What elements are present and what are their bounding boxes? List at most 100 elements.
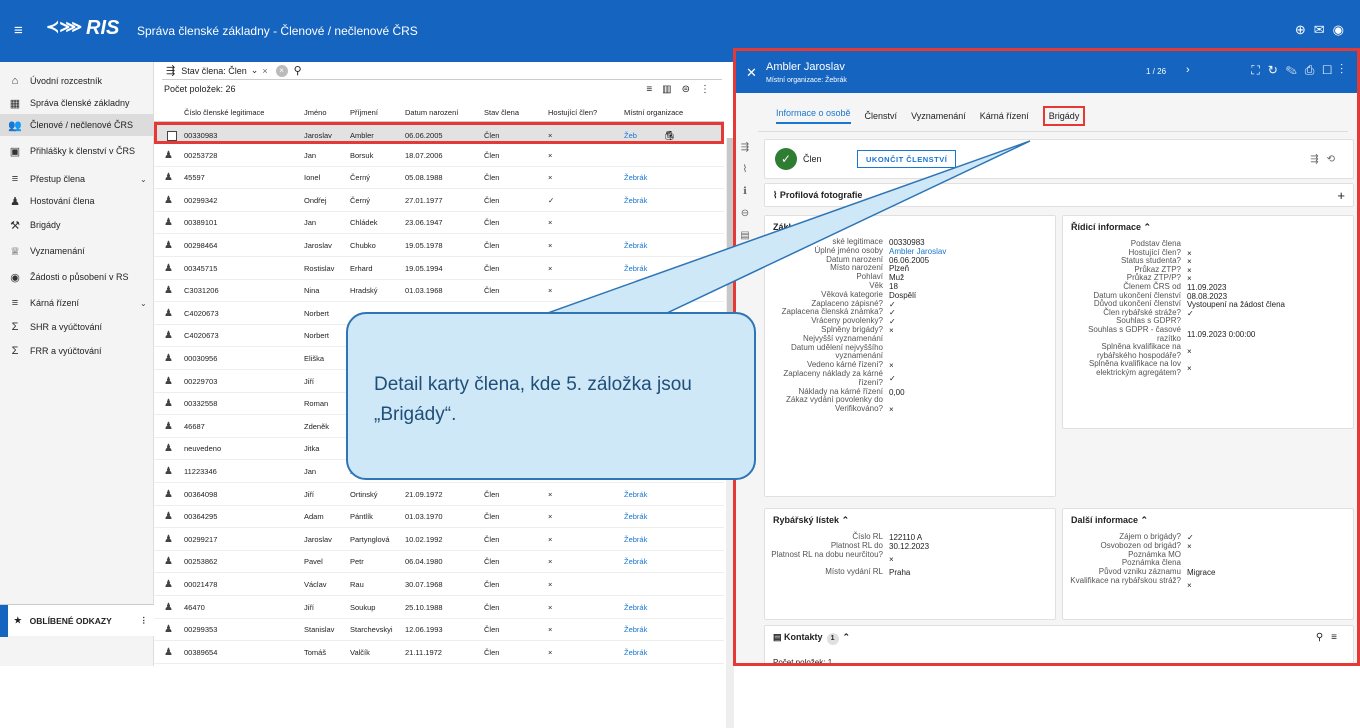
column-header[interactable]: Místní organizace <box>624 108 683 117</box>
sidebar-item[interactable]: ≡ Přestup člena ⌄ <box>0 168 154 190</box>
columns-icon[interactable]: ▥ <box>662 84 681 95</box>
filter-chip[interactable]: Stav člena: Člen ⌄ × × <box>181 64 288 77</box>
table-row[interactable]: ♟ 00253862 Pavel Petr 06.04.1980 Člen × Žebrák <box>154 551 724 574</box>
refresh-icon[interactable]: ↻ <box>1268 63 1286 77</box>
clear-filters-icon[interactable]: × <box>275 64 288 77</box>
sidebar-item[interactable]: ⚒ Brigády <box>0 214 154 236</box>
view-settings-icon[interactable]: ⊜ <box>682 84 700 95</box>
add-icon[interactable]: ⊕ <box>1295 22 1314 37</box>
expand-icon[interactable]: ⛶ <box>1251 63 1267 77</box>
column-header[interactable]: Hostující člen? <box>548 108 597 117</box>
remove-filter-icon[interactable]: × <box>262 66 267 76</box>
table-row[interactable]: ♟ 46470 Jiří Soukup 25.10.1988 Člen × Žebrák <box>154 597 724 619</box>
table-row[interactable]: ♟ 00298464 Jaroslav Chubko 19.05.1978 Člen × Že… <box>154 235 724 257</box>
attachment-icon[interactable]: ⌇ <box>736 159 754 181</box>
field-key: Splněna kvalifikace na rybářského hospod… <box>1096 342 1181 360</box>
sidebar-item[interactable]: Σ FRR a vyúčtování <box>0 340 154 362</box>
table-row[interactable]: ♟ 00299342 Ondřej Černý 27.01.1977 Člen ✓ Žebrá… <box>154 190 724 212</box>
person-icon: ♟ <box>164 262 173 274</box>
person-icon[interactable]: ♙ <box>736 247 754 269</box>
cell-org[interactable]: Žebrák <box>624 167 647 189</box>
next-icon[interactable]: › <box>1186 64 1190 76</box>
person-icon: ♟ <box>164 624 173 636</box>
settings-rail-icon[interactable]: ⇶ <box>736 137 754 159</box>
tab-disciplinary[interactable]: Kárná řízení <box>980 111 1029 121</box>
chevron-down-icon[interactable]: ⌄ <box>140 175 154 184</box>
search-icon[interactable]: ⚲ <box>1316 632 1331 643</box>
favorites-menu-icon[interactable]: ⋮ <box>140 615 149 626</box>
sidebar-item[interactable]: 👥 Členové / nečlenové ČRS <box>0 114 154 136</box>
tab-membership[interactable]: Členství <box>865 111 898 121</box>
tab-person-info[interactable]: Informace o osobě <box>776 108 851 124</box>
column-header[interactable]: Číslo členské legitimace <box>184 108 264 117</box>
more-icon[interactable]: ⋮ <box>700 84 720 95</box>
info-icon[interactable]: ℹ <box>736 181 754 203</box>
cell-org[interactable]: Žebrák <box>624 642 647 664</box>
table-row[interactable]: ♟ 00021478 Václav Rau 30.07.1968 Člen × <box>154 574 724 596</box>
table-row[interactable]: ♟ 00299353 Stanislav Starchevskyi 12.06.1993… <box>154 619 724 642</box>
account-icon[interactable]: ◉ <box>1333 22 1352 37</box>
print-icon[interactable]: ⎙ <box>1305 63 1323 77</box>
profile-photo-card[interactable]: ⌇ Profilová fotografie + <box>764 183 1354 207</box>
settings-icon[interactable]: ⇶ <box>1310 154 1326 165</box>
mail-icon[interactable]: ✉ <box>1314 22 1333 37</box>
filter-icon[interactable]: ⇶ <box>166 64 175 77</box>
collapse-icon[interactable]: ⌃ <box>1141 515 1149 525</box>
chevron-down-icon[interactable]: ⌄ <box>251 65 259 76</box>
search-icon[interactable]: ⚲ <box>294 64 302 77</box>
collapse-icon[interactable]: ⌃ <box>1144 222 1152 232</box>
ris-logo[interactable]: ≺⋙ RIS <box>46 17 119 40</box>
cell-org[interactable]: Žebrák <box>624 235 647 257</box>
table-row[interactable]: ♟ C3031206 Nina Hradský 01.03.1968 Člen × <box>154 280 724 303</box>
sidebar-item[interactable]: ♟ Hostování člena <box>0 190 154 212</box>
close-icon[interactable]: ✕ <box>746 65 757 81</box>
favorites-bar[interactable]: ★ OBLÍBENÉ ODKAZY ⋮ <box>0 604 154 637</box>
table-row[interactable]: 00330983 Jaroslav Ambler 06.06.2005 Člen × Žeb… <box>154 122 724 144</box>
add-photo-icon[interactable]: + <box>1337 188 1345 203</box>
cell-org[interactable]: Žebrák <box>624 506 647 528</box>
table-row[interactable]: ♟ 45597 Ionel Černý 05.08.1988 Člen × Žebrák <box>154 167 724 190</box>
collapse-icon[interactable]: ⌃ <box>843 632 851 642</box>
cell-org[interactable]: Žebrák <box>624 258 647 280</box>
history-icon[interactable]: ⟲ <box>1327 154 1343 165</box>
sidebar-item[interactable]: Σ SHR a vyúčtování <box>0 316 154 338</box>
sidebar-item[interactable]: ◉ Žádosti o působení v RS <box>0 266 154 288</box>
column-header[interactable]: Jméno <box>304 108 327 117</box>
sidebar-item[interactable]: ⌂ Úvodní rozcestník <box>0 70 154 92</box>
table-row[interactable]: ♟ 00299217 Jaroslav Partynglová 10.02.1992 Čl… <box>154 529 724 551</box>
tab-awards[interactable]: Vyznamenání <box>911 111 966 121</box>
cell-org[interactable]: Žebrák <box>624 484 647 506</box>
cell-org[interactable]: Žebrák <box>624 551 647 573</box>
comment-icon[interactable]: ☐ <box>1322 63 1340 77</box>
column-header[interactable]: Příjmení <box>350 108 378 117</box>
table-row[interactable]: ♟ 00253728 Jan Borsuk 18.07.2006 Člen × <box>154 145 724 167</box>
sidebar-item[interactable]: ▦ Správa členské základny <box>0 92 154 114</box>
edit-icon[interactable]: ✎ <box>1286 63 1305 77</box>
end-membership-button[interactable]: UKONČIT ČLENSTVÍ <box>857 150 957 168</box>
history-icon[interactable]: ⊖ <box>736 203 754 225</box>
table-row[interactable]: ♟ 00389654 Tomáš Valčík 21.11.1972 Člen × Žebrá… <box>154 642 724 664</box>
cell-org[interactable]: Žebrák <box>624 619 647 641</box>
sidebar-item[interactable]: ♕ Vyznamenání <box>0 240 154 262</box>
document-icon[interactable]: ▤ <box>736 225 754 247</box>
tab-brigades[interactable]: Brigády <box>1042 106 1086 126</box>
table-row[interactable]: ♟ 00364295 Adam Pántlík 01.03.1970 Člen × Žebrá… <box>154 506 724 529</box>
cell-org[interactable]: Žebrák <box>624 597 647 619</box>
list-view-icon[interactable]: ≡ <box>1331 632 1345 643</box>
row-checkbox[interactable] <box>167 131 177 141</box>
column-header[interactable]: Stav člena <box>484 108 519 117</box>
cell-last: Chubko <box>350 241 376 250</box>
table-row[interactable]: ♟ 00364098 Jiří Ortinský 21.09.1972 Člen × Žebr… <box>154 484 724 506</box>
collapse-icon[interactable]: ⌃ <box>842 515 850 525</box>
column-header[interactable]: Datum narození <box>405 108 458 117</box>
cell-org[interactable]: Žebrák <box>624 190 647 212</box>
chevron-down-icon[interactable]: ⌄ <box>140 299 154 308</box>
sidebar-item[interactable]: ≡ Kárná řízení ⌄ <box>0 292 154 314</box>
table-row[interactable]: ♟ 00389101 Jan Chládek 23.06.1947 Člen × <box>154 212 724 235</box>
list-view-icon[interactable]: ≡ <box>646 84 662 95</box>
cell-org[interactable]: Žebrák <box>624 529 647 551</box>
menu-icon[interactable]: ≡ <box>14 22 23 39</box>
table-row[interactable]: ♟ 00345715 Rostislav Erhard 19.05.1994 Člen × Ž… <box>154 258 724 280</box>
more-icon[interactable]: ⋮ <box>1340 63 1351 77</box>
sidebar-item[interactable]: ▣ Přihlášky k členství v ČRS <box>0 140 154 162</box>
